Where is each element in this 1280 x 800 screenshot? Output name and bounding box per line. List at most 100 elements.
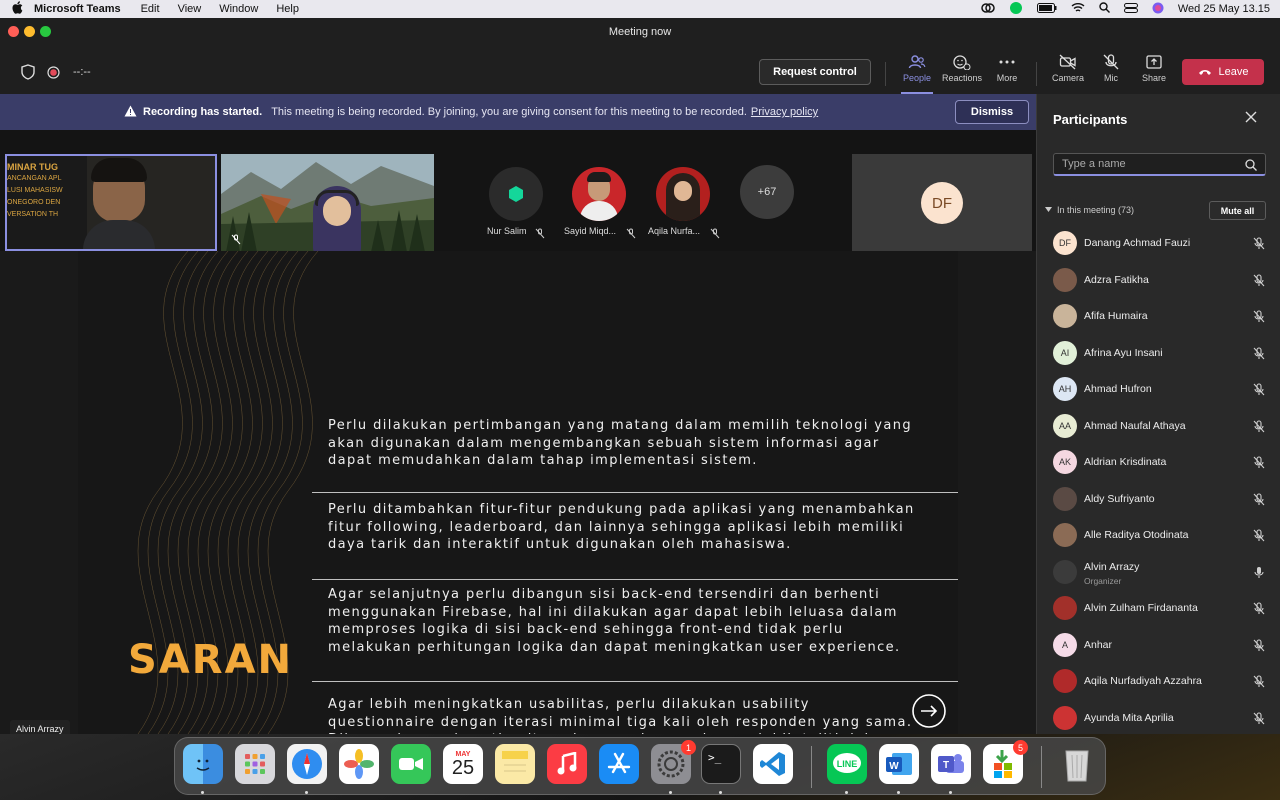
- mic-muted-icon[interactable]: [1253, 273, 1265, 292]
- search-input[interactable]: Type a name: [1053, 153, 1266, 176]
- shared-screen-slide: Perlu dilakukan pertimbangan yang matang…: [0, 251, 1036, 734]
- spotlight-icon[interactable]: [1099, 2, 1110, 16]
- teams-icon[interactable]: T: [931, 744, 971, 784]
- notes-icon[interactable]: [495, 744, 535, 784]
- vscode-icon[interactable]: [753, 744, 793, 784]
- leave-button[interactable]: Leave: [1182, 59, 1264, 85]
- more-button[interactable]: More: [985, 54, 1029, 83]
- mic-muted-icon[interactable]: [1253, 419, 1265, 438]
- battery-icon[interactable]: [1036, 2, 1057, 16]
- participant-name: Alvin Zulham Firdananta: [1084, 602, 1198, 615]
- participant-row[interactable]: Ayunda Mita Aprilia: [1037, 700, 1280, 735]
- menu-edit[interactable]: Edit: [141, 3, 160, 15]
- participant-row[interactable]: Alle Raditya Otodinata: [1037, 517, 1280, 554]
- mic-muted-icon[interactable]: [1253, 346, 1265, 365]
- mic-muted-icon[interactable]: [1253, 675, 1265, 693]
- apple-icon[interactable]: [0, 1, 34, 17]
- mic-muted-icon[interactable]: [1253, 383, 1265, 401]
- warning-icon: [124, 105, 137, 120]
- word-icon[interactable]: W: [879, 744, 919, 784]
- presenter-video-tile[interactable]: MINAR TUG ANCANGAN APL LUSI MAHASISW ONE…: [5, 154, 217, 251]
- camera-button[interactable]: Camera: [1046, 54, 1090, 83]
- menu-app-name[interactable]: Microsoft Teams: [34, 3, 121, 15]
- reactions-button[interactable]: Reactions: [940, 54, 984, 83]
- participant-name: Danang Achmad Fauzi: [1084, 237, 1191, 250]
- line-app-icon[interactable]: LINE: [827, 744, 867, 784]
- muted-mic-icon: [626, 226, 636, 244]
- close-icon[interactable]: [1245, 110, 1257, 128]
- mic-muted-icon[interactable]: [1253, 602, 1265, 620]
- participant-role: Organizer: [1084, 575, 1122, 586]
- request-control-button[interactable]: Request control: [759, 59, 871, 85]
- svg-text:LINE: LINE: [837, 759, 858, 769]
- mic-muted-icon[interactable]: [1253, 310, 1265, 328]
- mic-muted-icon[interactable]: [1253, 529, 1265, 547]
- reactions-icon: [953, 55, 971, 70]
- people-button[interactable]: People: [895, 54, 939, 94]
- wifi-icon[interactable]: [1071, 2, 1085, 16]
- meeting-stage: MINAR TUG ANCANGAN APL LUSI MAHASISW ONE…: [0, 130, 1036, 734]
- trash-icon[interactable]: [1057, 744, 1097, 784]
- calendar-icon[interactable]: MAY 25: [443, 744, 483, 784]
- shield-icon[interactable]: [21, 64, 35, 85]
- microsoft-store-icon[interactable]: 5: [983, 740, 1028, 784]
- app-store-icon[interactable]: [599, 744, 639, 784]
- window-title: Meeting now: [608, 26, 672, 38]
- creative-cloud-icon[interactable]: [981, 2, 995, 16]
- avatar-sayid[interactable]: [572, 167, 626, 221]
- mic-muted-icon[interactable]: [1253, 492, 1265, 511]
- system-preferences-icon[interactable]: 1: [651, 740, 696, 784]
- dismiss-button[interactable]: Dismiss: [955, 100, 1029, 124]
- participant-row[interactable]: AA Ahmad Naufal Athaya: [1037, 408, 1280, 445]
- title-bar: Meeting now: [0, 18, 1280, 48]
- running-indicator: [669, 791, 672, 794]
- slide-paragraph-3: Agar selanjutnya perlu dibangun sisi bac…: [328, 587, 901, 655]
- participant-row[interactable]: AK Aldrian Krisdinata: [1037, 444, 1280, 481]
- avatar: [1053, 486, 1077, 511]
- meeting-toolbar: --:-- Request control People Reactions M…: [0, 48, 1280, 94]
- participant-row[interactable]: Afifa Humaira: [1037, 298, 1280, 335]
- participant-row[interactable]: Adzra Fatikha: [1037, 262, 1280, 299]
- svg-text:W: W: [889, 761, 899, 772]
- participant-row[interactable]: AI Afrina Ayu Insani: [1037, 335, 1280, 372]
- mic-on-icon[interactable]: [1253, 566, 1265, 584]
- participant-row[interactable]: Alvin Zulham Firdananta: [1037, 590, 1280, 627]
- participant-row[interactable]: DF Danang Achmad Fauzi: [1037, 225, 1280, 262]
- control-center-icon[interactable]: [1123, 2, 1138, 16]
- avatar-aqila[interactable]: [656, 167, 710, 221]
- participant-video-tile[interactable]: [221, 154, 434, 252]
- participant-row[interactable]: Alvin Arrazy Organizer: [1037, 554, 1280, 591]
- facetime-icon[interactable]: [391, 744, 431, 784]
- avatar: [1053, 559, 1077, 584]
- privacy-policy-link[interactable]: Privacy policy: [751, 106, 818, 118]
- safari-icon[interactable]: [287, 744, 327, 784]
- participant-name: Ayunda Mita Aprilia: [1084, 711, 1174, 724]
- participant-row[interactable]: A Anhar: [1037, 627, 1280, 664]
- participant-row[interactable]: Aqila Nurfadiyah Azzahra: [1037, 663, 1280, 700]
- menu-view[interactable]: View: [178, 3, 202, 15]
- mic-muted-icon[interactable]: [1253, 638, 1265, 657]
- menu-help[interactable]: Help: [276, 3, 299, 15]
- overflow-participants-button[interactable]: +67: [740, 165, 794, 219]
- participant-tile-df[interactable]: DF: [852, 154, 1032, 252]
- terminal-icon[interactable]: >_: [701, 744, 741, 784]
- mic-muted-icon[interactable]: [1253, 456, 1265, 474]
- mute-all-button[interactable]: Mute all: [1209, 201, 1266, 220]
- mic-muted-icon[interactable]: [1253, 237, 1265, 255]
- launchpad-icon[interactable]: [235, 744, 275, 784]
- share-button[interactable]: Share: [1132, 54, 1176, 83]
- participant-row[interactable]: AH Ahmad Hufron: [1037, 371, 1280, 408]
- toolbar-divider: [885, 62, 886, 86]
- mic-button[interactable]: Mic: [1089, 54, 1133, 83]
- line-status-icon[interactable]: [1009, 1, 1023, 17]
- avatar-nur-salim[interactable]: [489, 167, 543, 221]
- photos-icon[interactable]: [339, 744, 379, 784]
- participant-row[interactable]: Aldy Sufriyanto: [1037, 481, 1280, 518]
- menubar-clock[interactable]: Wed 25 May 13.15: [1178, 3, 1270, 15]
- music-icon[interactable]: [547, 744, 587, 784]
- finder-icon[interactable]: [183, 744, 223, 784]
- mic-muted-icon[interactable]: [1253, 711, 1265, 730]
- in-meeting-section-toggle[interactable]: In this meeting (73): [1045, 205, 1134, 215]
- siri-icon[interactable]: [1152, 2, 1164, 17]
- menu-window[interactable]: Window: [219, 3, 258, 15]
